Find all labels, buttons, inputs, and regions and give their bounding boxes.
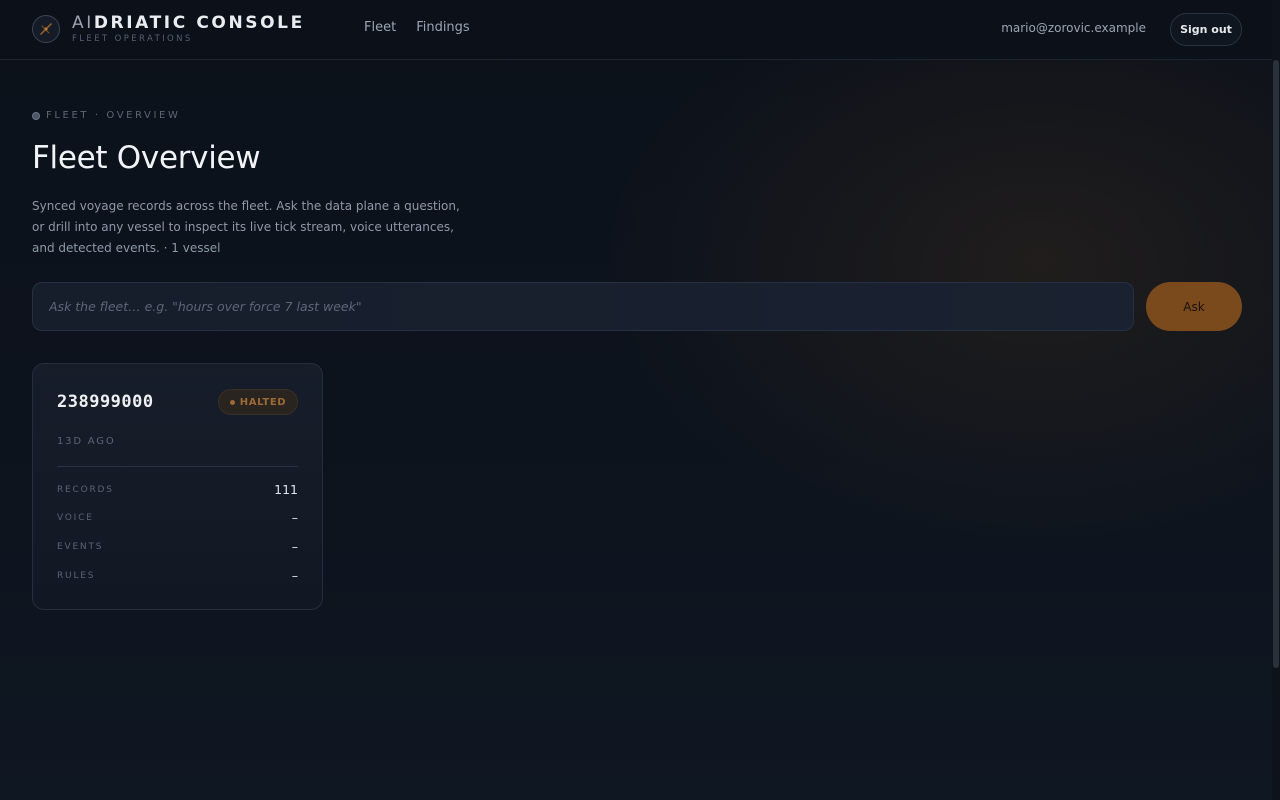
brand[interactable]: AIDRIATIC CONSOLE FLEET OPERATIONS xyxy=(72,13,305,44)
sign-out-button[interactable]: Sign out xyxy=(1170,13,1242,46)
status-dot-icon xyxy=(229,399,235,405)
stat-row-rules: RULES – xyxy=(57,568,298,583)
stat-row-records: RECORDS 111 xyxy=(57,482,298,497)
compass-icon[interactable] xyxy=(32,15,60,43)
page-title: Fleet Overview xyxy=(32,140,261,176)
stat-label: VOICE xyxy=(57,512,94,523)
breadcrumb: FLEET · OVERVIEW xyxy=(32,110,180,121)
ask-button[interactable]: Ask xyxy=(1146,282,1242,331)
stat-value: 111 xyxy=(274,482,298,497)
scrollbar-thumb[interactable] xyxy=(1273,60,1279,668)
brand-subtitle: FLEET OPERATIONS xyxy=(72,34,193,44)
status-badge-label: HALTED xyxy=(239,396,287,408)
nav-fleet[interactable]: Fleet xyxy=(364,20,396,35)
brand-name: DRIATIC CONSOLE xyxy=(93,13,305,33)
stat-row-voice: VOICE – xyxy=(57,510,298,525)
main-nav: Fleet Findings xyxy=(364,20,470,35)
stat-label: EVENTS xyxy=(57,541,104,552)
page-description: Synced voyage records across the fleet. … xyxy=(32,199,460,255)
vessel-card[interactable]: 238999000 HALTED 13D AGO RECORDS 111 VOI… xyxy=(32,363,323,610)
top-bar: AIDRIATIC CONSOLE FLEET OPERATIONS Fleet… xyxy=(0,0,1272,60)
last-seen: 13D AGO xyxy=(57,436,116,447)
stat-row-events: EVENTS – xyxy=(57,539,298,554)
ask-fleet-input[interactable] xyxy=(32,282,1134,331)
brand-title: AIDRIATIC CONSOLE xyxy=(72,13,305,33)
nav-findings[interactable]: Findings xyxy=(416,20,470,35)
breadcrumb-dot-icon xyxy=(32,111,40,120)
status-badge: HALTED xyxy=(218,389,298,415)
vessel-id: 238999000 xyxy=(57,392,154,412)
card-divider xyxy=(57,466,298,467)
brand-prefix: AI xyxy=(72,13,94,33)
user-email: mario@zorovic.example xyxy=(1001,21,1146,35)
stat-value: – xyxy=(291,539,298,554)
breadcrumb-text: FLEET · OVERVIEW xyxy=(46,110,181,121)
page-scrollbar[interactable] xyxy=(1272,0,1280,800)
stat-value: – xyxy=(291,510,298,525)
stat-label: RULES xyxy=(57,570,96,581)
stat-value: – xyxy=(291,568,298,583)
stat-label: RECORDS xyxy=(57,484,114,495)
